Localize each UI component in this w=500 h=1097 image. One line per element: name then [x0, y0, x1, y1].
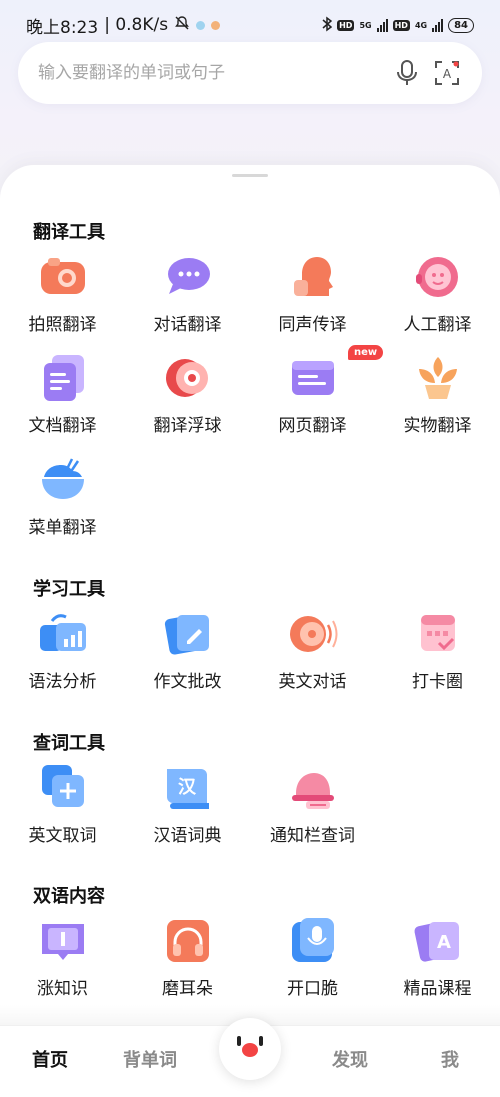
course-glyph: A	[437, 932, 451, 953]
section-title-lookup: 查词工具	[33, 733, 105, 754]
status-speed: | 0.8K/s	[104, 15, 169, 35]
tool-english-pick[interactable]: 英文取词	[0, 763, 125, 859]
tool-label: 通知栏查词	[270, 826, 355, 846]
tool-label: 翻译浮球	[153, 416, 222, 436]
svg-text:A: A	[443, 67, 452, 81]
tool-simultaneous-interpret[interactable]: 同声传译	[250, 252, 375, 348]
floating-ball-icon	[163, 353, 213, 403]
nav-words[interactable]: 背单词	[100, 1046, 200, 1072]
app-notify-icon	[196, 20, 206, 30]
tool-label: 作文批改	[153, 672, 222, 692]
tool-web-translate[interactable]: new 网页翻译	[250, 345, 384, 449]
tools-panel: 翻译工具 拍照翻译 对话翻译 同声传译 人工翻译 文档翻译 翻译浮球 new 网…	[0, 165, 500, 1025]
tool-notify-lookup[interactable]: 通知栏查词	[250, 763, 375, 859]
app-notify-icon-2	[211, 20, 221, 30]
calendar-icon	[413, 609, 463, 659]
section-title-study: 学习工具	[33, 579, 105, 600]
microphone-icon[interactable]	[392, 58, 422, 88]
net-4g-label: 4G	[414, 20, 428, 30]
center-mascot-button[interactable]	[219, 1018, 281, 1080]
tool-checkin-circle[interactable]: 打卡圈	[375, 609, 500, 705]
tool-label: 语法分析	[28, 672, 97, 692]
net-5g-label: 5G	[359, 20, 372, 30]
voice-chat-icon	[288, 609, 338, 659]
headphones-icon	[163, 916, 213, 966]
tool-label: 英文取词	[28, 826, 97, 846]
status-time: 晚上8:23	[26, 17, 99, 38]
hd-badge-2: HD	[392, 19, 410, 31]
scan-text-icon[interactable]: A	[432, 58, 462, 88]
tool-label: 汉语词典	[153, 826, 222, 846]
head-profile-icon	[288, 252, 338, 302]
bar-chart-icon	[38, 609, 88, 659]
tool-chinese-dictionary[interactable]: 汉 汉语词典	[125, 763, 250, 859]
webpage-icon	[288, 353, 338, 403]
tool-speaking[interactable]: 开口脆	[250, 916, 375, 1012]
section-title-translate: 翻译工具	[33, 222, 105, 243]
tool-document-translate[interactable]: 文档翻译	[0, 353, 125, 449]
tool-object-translate[interactable]: 实物翻译	[375, 353, 500, 449]
search-bar[interactable]: A	[18, 42, 482, 104]
customer-service-icon	[413, 252, 463, 302]
tool-human-translate[interactable]: 人工翻译	[375, 252, 500, 348]
dictionary-book-icon: 汉	[163, 763, 213, 813]
bottom-nav: 首页 背单词 发现 我	[0, 1018, 500, 1097]
tool-photo-translate[interactable]: 拍照翻译	[0, 252, 125, 348]
nav-home[interactable]: 首页	[0, 1046, 100, 1072]
add-word-icon	[38, 763, 88, 813]
tool-floating-ball[interactable]: 翻译浮球	[125, 353, 250, 449]
tool-listening[interactable]: 磨耳朵	[125, 916, 250, 1012]
tool-label: 开口脆	[287, 979, 338, 999]
battery-icon: 84	[448, 17, 474, 33]
tool-label: 网页翻译	[278, 416, 347, 436]
course-card-icon: A	[413, 916, 463, 966]
tool-label: 磨耳朵	[162, 979, 213, 999]
open-book-icon	[38, 916, 88, 966]
tool-english-dialog[interactable]: 英文对话	[250, 609, 375, 705]
tool-knowledge[interactable]: 涨知识	[0, 916, 125, 1012]
flower-icon	[413, 353, 463, 403]
section-title-bilingual: 双语内容	[33, 886, 105, 907]
pen-card-icon	[163, 609, 213, 659]
tool-dialog-translate[interactable]: 对话翻译	[125, 252, 250, 348]
tool-label: 打卡圈	[412, 672, 463, 692]
mute-icon	[174, 15, 190, 36]
signal-icon-2	[432, 18, 444, 32]
tool-menu-translate[interactable]: 菜单翻译	[0, 455, 125, 551]
tool-essay-correct[interactable]: 作文批改	[125, 609, 250, 705]
microphone-card-icon	[288, 916, 338, 966]
tool-label: 拍照翻译	[28, 315, 97, 335]
tool-label: 菜单翻译	[28, 518, 97, 538]
camera-icon	[38, 252, 88, 302]
drag-handle[interactable]	[232, 174, 268, 177]
chat-bubble-icon	[163, 252, 213, 302]
tool-label: 人工翻译	[403, 315, 472, 335]
tool-label: 实物翻译	[403, 416, 472, 436]
nav-discover[interactable]: 发现	[300, 1046, 400, 1072]
tool-label: 对话翻译	[153, 315, 222, 335]
tool-grammar-analysis[interactable]: 语法分析	[0, 609, 125, 705]
mascot-face-icon	[230, 1032, 270, 1066]
dictionary-glyph: 汉	[178, 777, 197, 798]
bluetooth-icon	[322, 16, 333, 35]
tool-label: 涨知识	[37, 979, 88, 999]
notification-bell-icon	[288, 763, 338, 813]
document-icon	[38, 353, 88, 403]
nav-me[interactable]: 我	[400, 1046, 500, 1072]
signal-icon	[376, 18, 388, 32]
hd-badge: HD	[337, 19, 355, 31]
tool-label: 文档翻译	[28, 416, 97, 436]
bowl-icon	[38, 455, 88, 505]
tool-label: 精品课程	[403, 979, 472, 999]
search-input[interactable]	[38, 63, 382, 83]
tool-label: 同声传译	[278, 315, 347, 335]
tool-premium-course[interactable]: A 精品课程	[375, 916, 500, 1012]
tool-label: 英文对话	[278, 672, 347, 692]
